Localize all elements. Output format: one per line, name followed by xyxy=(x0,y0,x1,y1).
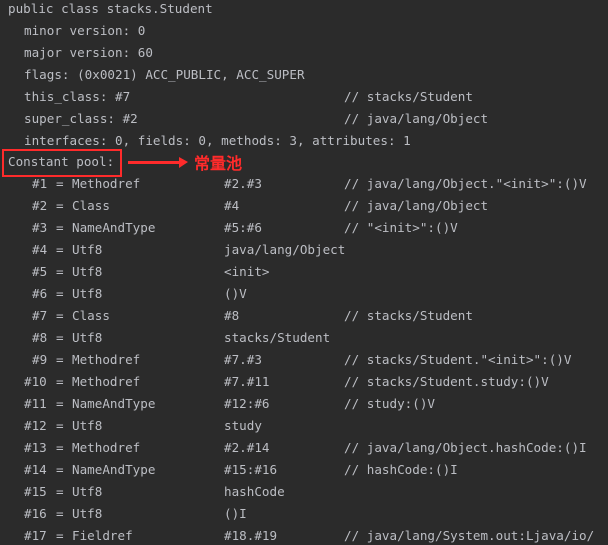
javap-output: public class stacks.Student minor version… xyxy=(0,0,608,545)
header-text: minor version: 0 xyxy=(24,23,146,38)
entry-ref: #12:#6 xyxy=(224,396,270,411)
entry-ref: #8 xyxy=(224,308,240,323)
entry-ref: #5:#6 xyxy=(224,220,262,235)
entry-index: #6 xyxy=(32,286,48,301)
entry-index: #7 xyxy=(32,308,48,323)
entry-comment: // java/lang/Object xyxy=(344,198,489,213)
entry-type: Utf8 xyxy=(72,286,103,301)
entry-index: #16 xyxy=(24,506,47,521)
entry-ref: #4 xyxy=(224,198,240,213)
entry-type: Methodref xyxy=(72,440,141,455)
entry-ref: #18.#19 xyxy=(224,528,278,543)
constant-pool-entry: #1 = Methodref #2.#3// java/lang/Object."<i… xyxy=(0,173,608,195)
entry-comment: // study:()V xyxy=(344,396,435,411)
entry-type: Utf8 xyxy=(72,330,103,345)
header-comment: // java/lang/Object xyxy=(344,111,489,126)
entry-ref: #2.#3 xyxy=(224,176,262,191)
entry-ref: ()V xyxy=(224,286,247,301)
constant-pool-entry: #15 = Utf8 hashCode xyxy=(0,481,608,503)
entry-ref: study xyxy=(224,418,262,433)
entry-index: #10 xyxy=(24,374,47,389)
constant-pool-entry: #2 = Class #4// java/lang/Object xyxy=(0,195,608,217)
entry-index: #15 xyxy=(24,484,47,499)
constant-pool-entry: #17 = Fieldref #18.#19// java/lang/System.o… xyxy=(0,525,608,545)
constant-pool-entry: #5 = Utf8 <init> xyxy=(0,261,608,283)
constant-pool-entry: #9 = Methodref #7.#3// stacks/Student."<ini… xyxy=(0,349,608,371)
entry-comment: // "<init>":()V xyxy=(344,220,458,235)
entry-comment: // java/lang/Object.hashCode:()I xyxy=(344,440,587,455)
entry-type: Utf8 xyxy=(72,242,103,257)
constant-pool-entry: #14 = NameAndType #15:#16// hashCode:()I xyxy=(0,459,608,481)
entry-comment: // stacks/Student xyxy=(344,308,473,323)
header-text: flags: (0x0021) ACC_PUBLIC, ACC_SUPER xyxy=(24,67,305,82)
entry-ref: ()I xyxy=(224,506,247,521)
entry-index: #11 xyxy=(24,396,47,411)
entry-comment: // stacks/Student."<init>":()V xyxy=(344,352,572,367)
header-line: major version: 60 xyxy=(0,42,608,64)
constant-pool-entry: #6 = Utf8 ()V xyxy=(0,283,608,305)
constant-pool-entry: #16 = Utf8 ()I xyxy=(0,503,608,525)
entry-index: #2 xyxy=(32,198,48,213)
entry-type: Methodref xyxy=(72,176,141,191)
entry-index: #1 xyxy=(32,176,48,191)
header-line: super_class: #2 // java/lang/Object xyxy=(0,108,608,130)
entry-type: NameAndType xyxy=(72,462,156,477)
entry-ref: #2.#14 xyxy=(224,440,270,455)
header-line: public class stacks.Student xyxy=(0,0,608,20)
entry-type: Utf8 xyxy=(72,506,103,521)
entry-index: #5 xyxy=(32,264,48,279)
constant-pool-entry: #4 = Utf8 java/lang/Object xyxy=(0,239,608,261)
entry-type: NameAndType xyxy=(72,396,156,411)
entry-comment: // java/lang/Object."<init>":()V xyxy=(344,176,587,191)
entry-type: Methodref xyxy=(72,374,141,389)
entry-ref: #7.#3 xyxy=(224,352,262,367)
entry-ref: #15:#16 xyxy=(224,462,278,477)
annotation-label: 常量池 xyxy=(194,154,243,173)
entry-type: Utf8 xyxy=(72,484,103,499)
header-comment: // stacks/Student xyxy=(344,89,473,104)
constant-pool-entry: #13 = Methodref #2.#14// java/lang/Object.h… xyxy=(0,437,608,459)
entry-index: #12 xyxy=(24,418,47,433)
entry-type: Methodref xyxy=(72,352,141,367)
constant-pool-entry: #10 = Methodref #7.#11// stacks/Student.stu… xyxy=(0,371,608,393)
header-text: major version: 60 xyxy=(24,45,153,60)
entry-comment: // stacks/Student.study:()V xyxy=(344,374,549,389)
entry-index: #4 xyxy=(32,242,48,257)
constant-pool-entry: #11 = NameAndType #12:#6// study:()V xyxy=(0,393,608,415)
entry-ref: #7.#11 xyxy=(224,374,270,389)
entry-ref: hashCode xyxy=(224,484,285,499)
header-line: this_class: #7 // stacks/Student xyxy=(0,86,608,108)
entry-index: #13 xyxy=(24,440,47,455)
header-text: public class stacks.Student xyxy=(8,1,213,16)
entry-type: Class xyxy=(72,198,110,213)
entry-index: #17 xyxy=(24,528,47,543)
constant-pool-entry: #8 = Utf8 stacks/Student xyxy=(0,327,608,349)
entry-comment: // java/lang/System.out:Ljava/io/ xyxy=(344,528,595,543)
header-text: super_class: #2 xyxy=(24,111,138,126)
entry-ref: java/lang/Object xyxy=(224,242,346,257)
header-line: minor version: 0 xyxy=(0,20,608,42)
constant-pool-entry: #7 = Class #8// stacks/Student xyxy=(0,305,608,327)
entry-index: #14 xyxy=(24,462,47,477)
entry-type: Fieldref xyxy=(72,528,133,543)
entry-ref: stacks/Student xyxy=(224,330,331,345)
entry-type: Utf8 xyxy=(72,264,103,279)
entry-index: #8 xyxy=(32,330,48,345)
entry-comment: // hashCode:()I xyxy=(344,462,458,477)
header-text: this_class: #7 xyxy=(24,89,131,104)
header-line: flags: (0x0021) ACC_PUBLIC, ACC_SUPER xyxy=(0,64,608,86)
entry-type: NameAndType xyxy=(72,220,156,235)
entry-type: Utf8 xyxy=(72,418,103,433)
entry-type: Class xyxy=(72,308,110,323)
constant-pool-entry: #3 = NameAndType #5:#6// "<init>":()V xyxy=(0,217,608,239)
arrow-icon xyxy=(128,157,188,168)
entry-index: #9 xyxy=(32,352,48,367)
constant-pool-entry: #12 = Utf8 study xyxy=(0,415,608,437)
entry-index: #3 xyxy=(32,220,48,235)
entry-ref: <init> xyxy=(224,264,270,279)
